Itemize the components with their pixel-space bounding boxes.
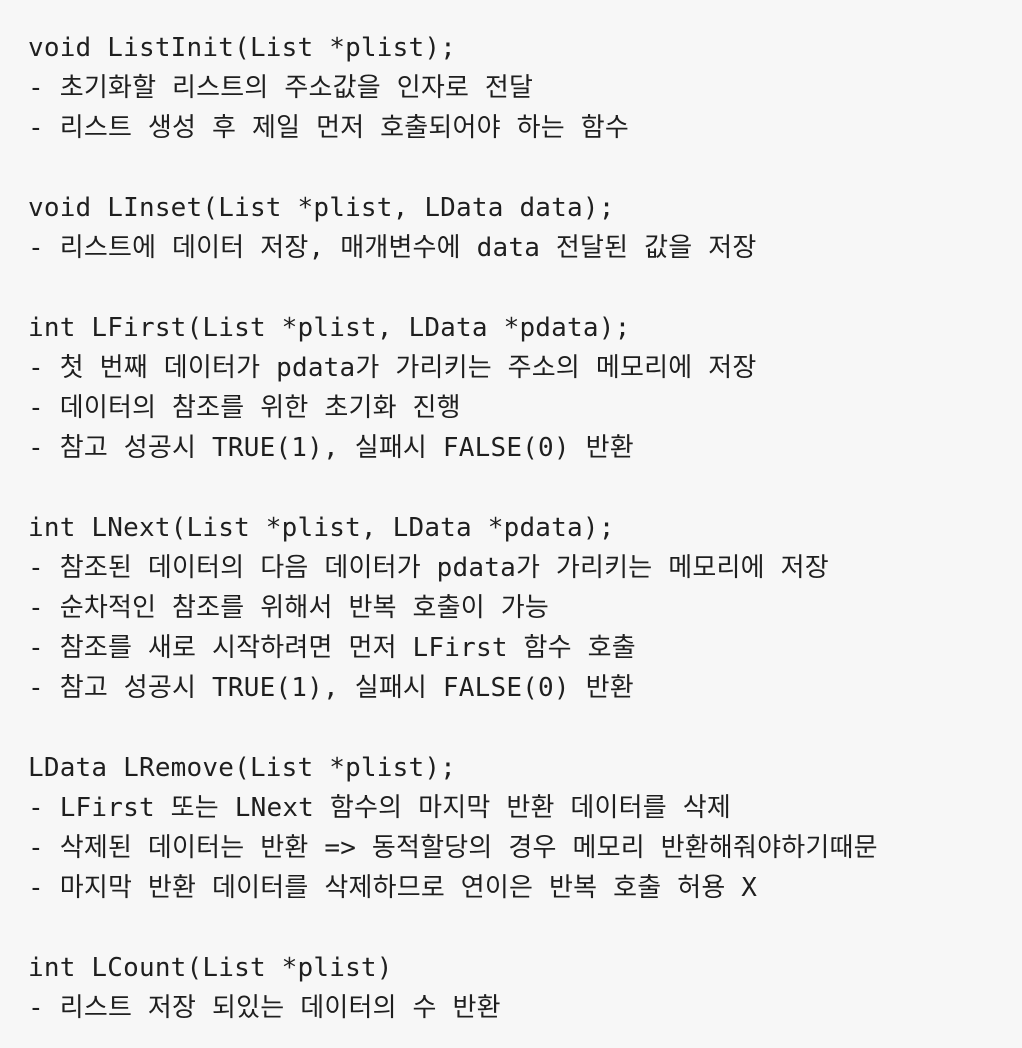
code-line: - 순차적인 참조를 위해서 반복 호출이 가능 (28, 593, 550, 623)
code-line: - 참조를 새로 시작하려면 먼저 LFirst 함수 호출 (28, 633, 636, 663)
code-line: - 리스트에 데이터 저장, 매개변수에 data 전달된 값을 저장 (28, 233, 757, 263)
code-line: - LFirst 또는 LNext 함수의 마지막 반환 데이터를 삭제 (28, 793, 731, 823)
code-line: void ListInit(List *plist); (28, 33, 457, 63)
code-line: - 데이터의 참조를 위한 초기화 진행 (28, 393, 461, 423)
code-line: - 참조된 데이터의 다음 데이터가 pdata가 가리키는 메모리에 저장 (28, 553, 829, 583)
code-line: - 리스트 저장 되있는 데이터의 수 반환 (28, 993, 501, 1023)
code-line: - 참고 성공시 TRUE(1), 실패시 FALSE(0) 반환 (28, 433, 634, 463)
code-line: - 초기화할 리스트의 주소값을 인자로 전달 (28, 73, 534, 103)
code-line: - 첫 번째 데이터가 pdata가 가리키는 주소의 메모리에 저장 (28, 353, 757, 383)
code-line: - 참고 성공시 TRUE(1), 실패시 FALSE(0) 반환 (28, 673, 634, 703)
code-line: int LNext(List *plist, LData *pdata); (28, 513, 615, 543)
code-line: int LCount(List *plist) (28, 953, 393, 983)
code-line: int LFirst(List *plist, LData *pdata); (28, 313, 631, 343)
code-line: - 리스트 생성 후 제일 먼저 호출되어야 하는 함수 (28, 113, 629, 143)
code-line: LData LRemove(List *plist); (28, 753, 457, 783)
code-line: - 삭제된 데이터는 반환 => 동적할당의 경우 메모리 반환해줘야하기때문 (28, 833, 878, 863)
code-line: - 마지막 반환 데이터를 삭제하므로 연이은 반복 호출 허용 X (28, 873, 758, 903)
code-line: void LInset(List *plist, LData data); (28, 193, 615, 223)
code-snippet: void ListInit(List *plist); - 초기화할 리스트의 … (28, 28, 1008, 1028)
